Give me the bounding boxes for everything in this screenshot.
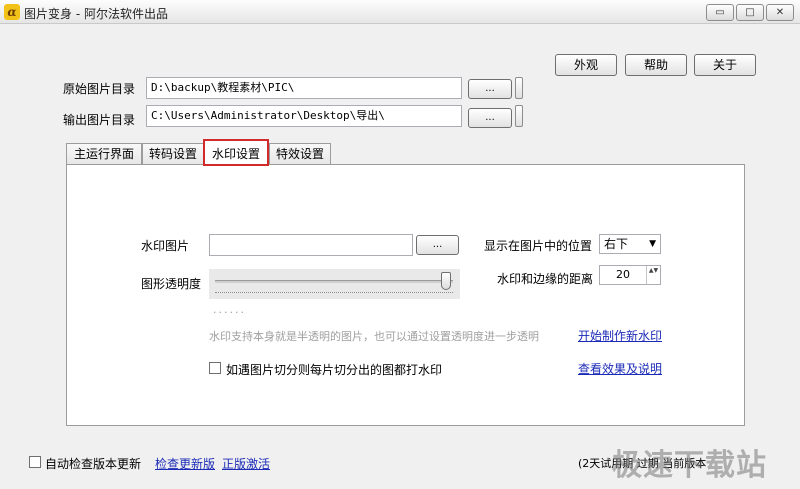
help-button[interactable]: 帮助 xyxy=(625,54,687,76)
watermark-settings-panel: 水印图片 ... 图形透明度 ...... 显示在图片中的位置 右下 ▼ 水印和… xyxy=(66,164,745,426)
site-watermark: 极速下载站 xyxy=(612,448,767,483)
view-effect-link[interactable]: 查看效果及说明 xyxy=(578,360,662,377)
opacity-slider-ticks xyxy=(215,292,453,294)
check-update-link[interactable]: 检查更新版 xyxy=(155,455,215,472)
watermark-browse-button[interactable]: ... xyxy=(416,235,459,255)
close-icon: ✕ xyxy=(775,7,785,18)
opacity-slider-track xyxy=(215,280,453,283)
tab-main[interactable]: 主运行界面 xyxy=(66,143,142,165)
appearance-button[interactable]: 外观 xyxy=(555,54,617,76)
margin-label: 水印和边缘的距离 xyxy=(497,272,594,286)
auto-check-update-checkbox[interactable] xyxy=(29,456,41,468)
title-bar: α 图片变身 - 阿尔法软件出品 ▭ □ ✕ xyxy=(0,0,800,24)
opacity-label: 图形透明度 xyxy=(141,277,202,291)
activate-link[interactable]: 正版激活 xyxy=(222,455,270,472)
opacity-slider-thumb[interactable] xyxy=(441,272,451,290)
opacity-dots: ...... xyxy=(213,303,246,316)
stepper-arrows-icon[interactable]: ▲▼ xyxy=(646,266,660,284)
tab-transcode[interactable]: 转码设置 xyxy=(142,143,204,165)
app-logo-icon: α xyxy=(4,4,20,20)
output-extra-button[interactable] xyxy=(515,105,523,127)
minimize-button[interactable]: ▭ xyxy=(706,4,734,21)
source-browse-button[interactable]: ... xyxy=(468,79,512,99)
position-label: 显示在图片中的位置 xyxy=(484,239,593,253)
position-value: 右下 xyxy=(604,237,629,251)
output-browse-button[interactable]: ... xyxy=(468,108,512,128)
margin-value: 20 xyxy=(616,268,630,281)
watermark-image-field[interactable] xyxy=(209,234,413,256)
minimize-icon: ▭ xyxy=(715,7,725,18)
split-watermark-label: 如遇图片切分则每片切分出的图都打水印 xyxy=(226,363,443,377)
maximize-icon: □ xyxy=(745,7,755,18)
tab-watermark[interactable]: 水印设置 xyxy=(203,139,269,166)
source-dir-field[interactable]: D:\backup\教程素材\PIC\ xyxy=(146,77,462,99)
watermark-image-label: 水印图片 xyxy=(141,239,190,253)
opacity-slider[interactable] xyxy=(209,269,460,299)
create-watermark-link[interactable]: 开始制作新水印 xyxy=(578,327,662,344)
chevron-down-icon: ▼ xyxy=(649,239,656,249)
close-button[interactable]: ✕ xyxy=(766,4,794,21)
position-select[interactable]: 右下 ▼ xyxy=(599,234,661,254)
source-extra-button[interactable] xyxy=(515,77,523,99)
about-button[interactable]: 关于 xyxy=(694,54,756,76)
watermark-hint: 水印支持本身就是半透明的图片，也可以通过设置透明度进一步透明 xyxy=(209,330,539,343)
split-watermark-checkbox[interactable] xyxy=(209,362,221,374)
maximize-button[interactable]: □ xyxy=(736,4,764,21)
window-title: 图片变身 - 阿尔法软件出品 xyxy=(24,7,168,21)
output-dir-field[interactable]: C:\Users\Administrator\Desktop\导出\ xyxy=(146,105,462,127)
tab-effects[interactable]: 特效设置 xyxy=(269,143,331,165)
auto-check-update-label: 自动检查版本更新 xyxy=(45,457,142,471)
output-dir-label: 输出图片目录 xyxy=(63,113,136,127)
source-dir-label: 原始图片目录 xyxy=(63,82,136,96)
margin-stepper[interactable]: 20 ▲▼ xyxy=(599,265,661,285)
